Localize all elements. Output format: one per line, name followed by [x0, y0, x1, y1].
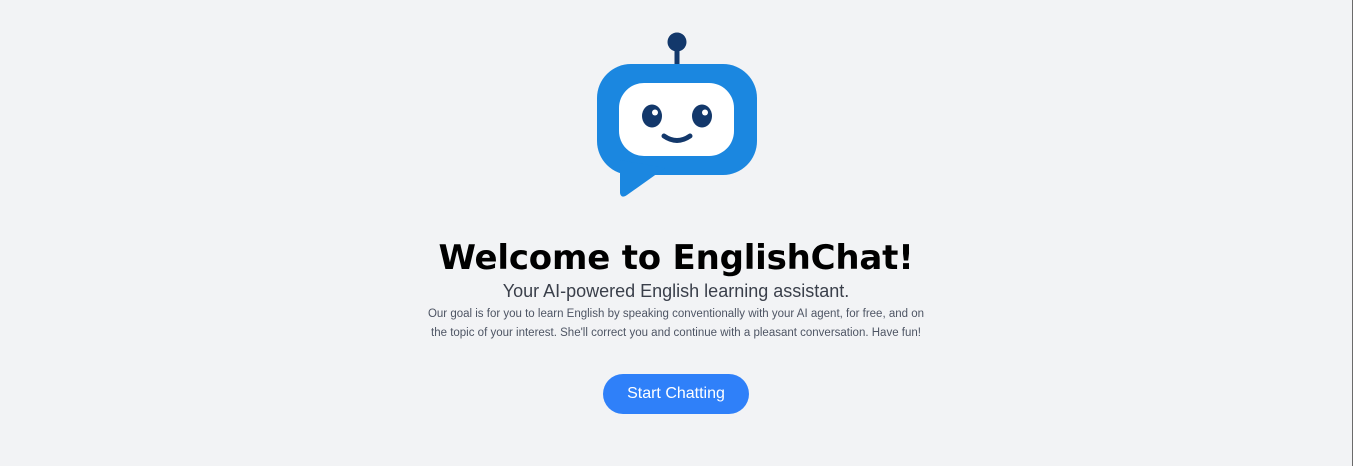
intro-description: Our goal is for you to learn English by …: [427, 308, 925, 339]
robot-chat-bubble-icon: [597, 32, 757, 197]
robot-right-eye: [692, 104, 712, 128]
welcome-hero: Welcome to EnglishChat! Your AI-powered …: [0, 0, 1352, 466]
robot-left-eye: [642, 104, 662, 128]
page-subtitle: Your AI-powered English learning assista…: [502, 281, 850, 301]
antenna-ball: [667, 32, 687, 52]
page-title: Welcome to EnglishChat!: [438, 238, 914, 278]
robot-face: [619, 83, 734, 156]
start-chatting-button[interactable]: Start Chatting: [603, 374, 749, 414]
